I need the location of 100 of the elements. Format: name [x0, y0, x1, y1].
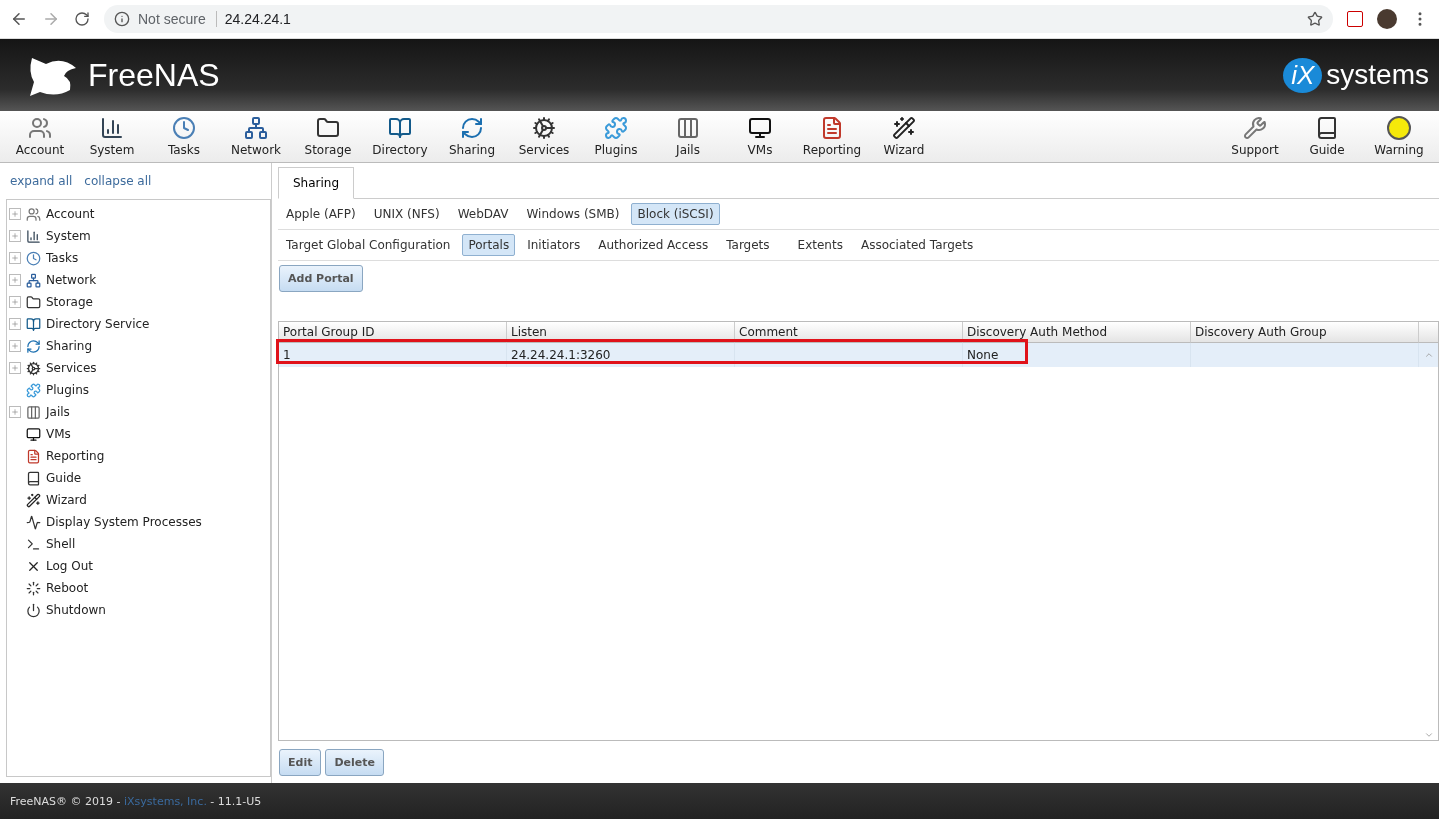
tree-item[interactable]: Shutdown: [46, 603, 106, 617]
expand-toggle[interactable]: [9, 274, 21, 286]
column-header[interactable]: Portal Group ID: [279, 322, 507, 343]
expand-toggle[interactable]: [9, 208, 21, 220]
tree-item[interactable]: Wizard: [46, 493, 87, 507]
iscsi-tab[interactable]: Target Global Configuration: [280, 234, 457, 256]
tree-item[interactable]: Log Out: [46, 559, 93, 573]
iscsi-tab[interactable]: Targets: [720, 234, 776, 256]
tree-item[interactable]: System: [46, 229, 91, 243]
expand-toggle[interactable]: [9, 230, 21, 242]
tree-item[interactable]: Guide: [46, 471, 82, 485]
monitor-icon: [26, 426, 41, 442]
toolbar-button[interactable]: System: [76, 111, 148, 162]
add-portal-button[interactable]: Add Portal: [279, 265, 363, 292]
address-bar[interactable]: Not secure 24.24.24.1: [104, 5, 1333, 33]
toolbar-button[interactable]: Account: [4, 111, 76, 162]
bar-chart-icon: [26, 228, 41, 244]
column-header[interactable]: Comment: [735, 322, 963, 343]
iscsi-tab[interactable]: Initiators: [521, 234, 587, 256]
toolbar-button[interactable]: Jails: [652, 111, 724, 162]
share-tab[interactable]: WebDAV: [451, 203, 515, 225]
scroll-up-icon[interactable]: [1423, 350, 1434, 360]
tree-item[interactable]: Services: [46, 361, 97, 375]
plus-icon: [11, 342, 19, 350]
expand-toggle[interactable]: [9, 252, 21, 264]
brand-mark: iX: [1283, 57, 1323, 93]
tree-item[interactable]: Jails: [46, 405, 70, 419]
toolbar-button[interactable]: VMs: [724, 111, 796, 162]
tree-item[interactable]: Plugins: [46, 383, 89, 397]
document-icon: [26, 448, 41, 464]
toolbar-button[interactable]: Directory: [364, 111, 436, 162]
book-icon: [26, 316, 41, 332]
toolbar-button[interactable]: Wizard: [868, 111, 940, 162]
expand-toggle[interactable]: [9, 406, 21, 418]
bars-icon: [676, 116, 700, 140]
tree-item[interactable]: Shell: [46, 537, 76, 551]
iscsi-tab[interactable]: Authorized Access: [592, 234, 715, 256]
clock-icon: [172, 116, 196, 140]
toolbar-button[interactable]: Support: [1219, 111, 1291, 162]
iscsi-tab[interactable]: Associated Targets: [854, 234, 980, 256]
tree-link[interactable]: expand all: [10, 174, 73, 188]
tree-link[interactable]: collapse all: [84, 174, 152, 188]
reload-icon[interactable]: [74, 11, 90, 27]
security-label: Not secure: [138, 11, 217, 27]
bookmark-star-icon[interactable]: [1307, 11, 1323, 27]
toolbar-button[interactable]: Storage: [292, 111, 364, 162]
forward-icon[interactable]: [42, 10, 60, 28]
sync-icon: [460, 116, 484, 140]
column-header[interactable]: Discovery Auth Method: [963, 322, 1191, 343]
book-icon: [388, 116, 412, 140]
plus-icon: [11, 298, 19, 306]
column-header[interactable]: Discovery Auth Group: [1191, 322, 1419, 343]
wand-icon: [892, 116, 916, 140]
column-header[interactable]: Listen: [507, 322, 735, 343]
share-tab[interactable]: Block (iSCSI): [631, 203, 720, 225]
plus-icon: [11, 232, 19, 240]
toolbar-button[interactable]: Plugins: [580, 111, 652, 162]
profile-avatar[interactable]: [1377, 9, 1397, 29]
tree-item[interactable]: Reporting: [46, 449, 105, 463]
tree-item[interactable]: Tasks: [46, 251, 79, 265]
action-button[interactable]: Edit: [279, 748, 322, 776]
network-icon: [244, 116, 268, 140]
toolbar-button[interactable]: Guide: [1291, 111, 1363, 162]
tree-item[interactable]: VMs: [46, 427, 71, 441]
share-tab[interactable]: Windows (SMB): [520, 203, 626, 225]
gear-icon: [26, 360, 41, 376]
expand-toggle[interactable]: [9, 340, 21, 352]
tree-item[interactable]: Account: [46, 207, 95, 221]
tree-item[interactable]: Sharing: [46, 339, 93, 353]
expand-toggle[interactable]: [9, 318, 21, 330]
share-tab[interactable]: UNIX (NFS): [367, 203, 446, 225]
expand-toggle[interactable]: [9, 296, 21, 308]
extension-icon[interactable]: [1347, 11, 1363, 27]
back-icon[interactable]: [10, 10, 28, 28]
share-tab[interactable]: Apple (AFP): [280, 203, 362, 225]
tree-item[interactable]: Storage: [46, 295, 93, 309]
tree-item[interactable]: Network: [46, 273, 97, 287]
toolbar-button[interactable]: Warning: [1363, 111, 1435, 162]
toolbar-button[interactable]: Reporting: [796, 111, 868, 162]
scroll-down-icon[interactable]: [1424, 730, 1434, 740]
toolbar-button[interactable]: Network: [220, 111, 292, 162]
main-tab[interactable]: Sharing: [278, 167, 355, 199]
wand-icon: [26, 492, 41, 508]
iscsi-tab[interactable]: Extents: [791, 234, 849, 256]
document-icon: [820, 116, 844, 140]
tree-item[interactable]: Reboot: [46, 581, 89, 595]
terminal-icon: [26, 536, 41, 552]
power-icon: [26, 602, 41, 618]
toolbar-button[interactable]: Sharing: [436, 111, 508, 162]
book-icon: [26, 470, 41, 486]
tree-item[interactable]: Directory Service: [46, 317, 150, 331]
tree-item[interactable]: Display System Processes: [46, 515, 202, 529]
toolbar-button[interactable]: Services: [508, 111, 580, 162]
expand-toggle[interactable]: [9, 362, 21, 374]
folder-icon: [316, 116, 340, 140]
plus-icon: [11, 210, 19, 218]
url-text: 24.24.24.1: [224, 11, 292, 27]
toolbar-button[interactable]: Tasks: [148, 111, 220, 162]
iscsi-tab[interactable]: Portals: [462, 234, 516, 256]
action-button[interactable]: Delete: [325, 748, 384, 776]
